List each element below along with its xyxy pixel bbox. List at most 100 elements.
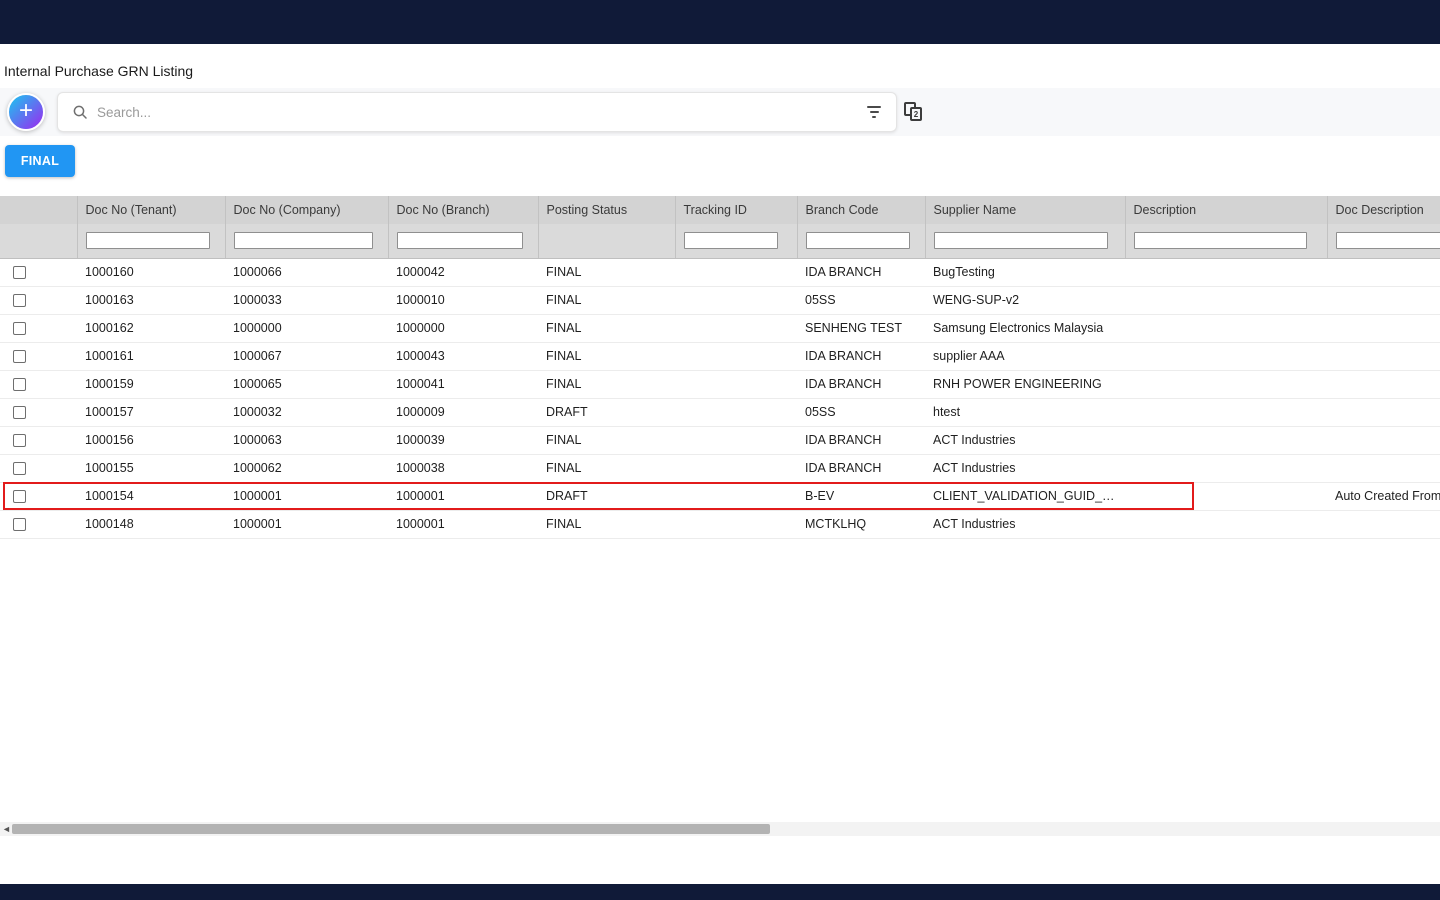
checkbox-cell bbox=[0, 510, 77, 538]
cell-tracking-id bbox=[675, 314, 797, 342]
cell-doc-no-tenant: 1000156 bbox=[77, 426, 225, 454]
grn-table: Doc No (Tenant) Doc No (Company) Doc No … bbox=[0, 196, 1440, 539]
cell-doc-no-company: 1000067 bbox=[225, 342, 388, 370]
table-row[interactable]: 100015910000651000041FINALIDA BRANCHRNH … bbox=[0, 370, 1440, 398]
cell-doc-no-branch: 1000009 bbox=[388, 398, 538, 426]
horizontal-scrollbar[interactable]: ◄ bbox=[0, 822, 1440, 836]
filter-icon[interactable] bbox=[866, 105, 882, 119]
search-box[interactable] bbox=[57, 92, 897, 132]
filter-supplier-name-input[interactable] bbox=[934, 232, 1108, 249]
cell-doc-no-tenant: 1000155 bbox=[77, 454, 225, 482]
table-row[interactable]: 100015610000631000039FINALIDA BRANCHACT … bbox=[0, 426, 1440, 454]
cell-branch-code: IDA BRANCH bbox=[797, 342, 925, 370]
header-branch-code[interactable]: Branch Code bbox=[797, 196, 925, 224]
add-button[interactable]: + bbox=[7, 93, 45, 131]
filter-doc-no-branch-input[interactable] bbox=[397, 232, 523, 249]
cell-doc-no-company: 1000032 bbox=[225, 398, 388, 426]
table-row[interactable]: 100015710000321000009DRAFT05SShtest bbox=[0, 398, 1440, 426]
table-header-row: Doc No (Tenant) Doc No (Company) Doc No … bbox=[0, 196, 1440, 224]
header-doc-no-branch[interactable]: Doc No (Branch) bbox=[388, 196, 538, 224]
filter-description-input[interactable] bbox=[1134, 232, 1307, 249]
filter-tracking-id-input[interactable] bbox=[684, 232, 778, 249]
scrollbar-thumb[interactable] bbox=[12, 824, 770, 834]
cell-doc-description bbox=[1327, 314, 1440, 342]
cell-tracking-id bbox=[675, 370, 797, 398]
filter-doc-no-company-input[interactable] bbox=[234, 232, 373, 249]
cell-doc-no-company: 1000063 bbox=[225, 426, 388, 454]
cell-doc-no-tenant: 1000148 bbox=[77, 510, 225, 538]
grn-table-container: Doc No (Tenant) Doc No (Company) Doc No … bbox=[0, 196, 1440, 822]
row-checkbox[interactable] bbox=[13, 406, 26, 419]
cell-supplier-name: htest bbox=[925, 398, 1125, 426]
scroll-left-arrow[interactable]: ◄ bbox=[2, 824, 11, 834]
cell-posting-status: FINAL bbox=[538, 342, 675, 370]
row-checkbox[interactable] bbox=[13, 266, 26, 279]
row-checkbox[interactable] bbox=[13, 294, 26, 307]
cell-doc-description bbox=[1327, 286, 1440, 314]
cell-doc-no-company: 1000066 bbox=[225, 258, 388, 286]
row-checkbox[interactable] bbox=[13, 490, 26, 503]
cell-doc-no-company: 1000033 bbox=[225, 286, 388, 314]
header-checkbox-column bbox=[0, 196, 77, 224]
page-title: Internal Purchase GRN Listing bbox=[4, 63, 1440, 80]
cell-branch-code: IDA BRANCH bbox=[797, 258, 925, 286]
cell-branch-code: 05SS bbox=[797, 398, 925, 426]
checkbox-cell bbox=[0, 258, 77, 286]
cell-doc-no-branch: 1000001 bbox=[388, 510, 538, 538]
table-row[interactable]: 100014810000011000001FINALMCTKLHQACT Ind… bbox=[0, 510, 1440, 538]
cell-doc-no-branch: 1000042 bbox=[388, 258, 538, 286]
pages-icon-badge: 2 bbox=[910, 107, 922, 121]
header-doc-no-company[interactable]: Doc No (Company) bbox=[225, 196, 388, 224]
filter-branch-code-input[interactable] bbox=[806, 232, 910, 249]
row-checkbox[interactable] bbox=[13, 462, 26, 475]
final-button[interactable]: FINAL bbox=[5, 145, 75, 177]
table-row[interactable]: 100015510000621000038FINALIDA BRANCHACT … bbox=[0, 454, 1440, 482]
cell-doc-no-branch: 1000041 bbox=[388, 370, 538, 398]
cell-doc-description bbox=[1327, 342, 1440, 370]
cell-doc-no-branch: 1000038 bbox=[388, 454, 538, 482]
cell-description bbox=[1125, 286, 1327, 314]
table-row[interactable]: 100016010000661000042FINALIDA BRANCHBugT… bbox=[0, 258, 1440, 286]
filter-doc-no-tenant-input[interactable] bbox=[86, 232, 210, 249]
search-input[interactable] bbox=[95, 104, 866, 121]
cell-description bbox=[1125, 510, 1327, 538]
pages-icon[interactable]: 2 bbox=[904, 102, 924, 122]
row-checkbox[interactable] bbox=[13, 350, 26, 363]
header-tracking-id[interactable]: Tracking ID bbox=[675, 196, 797, 224]
cell-doc-no-tenant: 1000154 bbox=[77, 482, 225, 510]
cell-description bbox=[1125, 258, 1327, 286]
cell-doc-no-company: 1000001 bbox=[225, 510, 388, 538]
header-doc-no-tenant[interactable]: Doc No (Tenant) bbox=[77, 196, 225, 224]
row-checkbox[interactable] bbox=[13, 378, 26, 391]
table-row[interactable]: 100016210000001000000FINALSENHENG TESTSa… bbox=[0, 314, 1440, 342]
header-doc-description[interactable]: Doc Description bbox=[1327, 196, 1440, 224]
row-checkbox[interactable] bbox=[13, 518, 26, 531]
row-checkbox[interactable] bbox=[13, 322, 26, 335]
cell-doc-no-branch: 1000039 bbox=[388, 426, 538, 454]
cell-doc-description bbox=[1327, 398, 1440, 426]
cell-tracking-id bbox=[675, 258, 797, 286]
cell-doc-description bbox=[1327, 510, 1440, 538]
cell-posting-status: FINAL bbox=[538, 454, 675, 482]
checkbox-cell bbox=[0, 398, 77, 426]
search-icon bbox=[72, 104, 88, 120]
header-description[interactable]: Description bbox=[1125, 196, 1327, 224]
row-checkbox[interactable] bbox=[13, 434, 26, 447]
cell-branch-code: IDA BRANCH bbox=[797, 426, 925, 454]
cell-supplier-name: ACT Industries bbox=[925, 454, 1125, 482]
header-supplier-name[interactable]: Supplier Name bbox=[925, 196, 1125, 224]
checkbox-cell bbox=[0, 286, 77, 314]
cell-branch-code: MCTKLHQ bbox=[797, 510, 925, 538]
cell-doc-no-tenant: 1000157 bbox=[77, 398, 225, 426]
cell-supplier-name: RNH POWER ENGINEERING bbox=[925, 370, 1125, 398]
header-posting-status[interactable]: Posting Status bbox=[538, 196, 675, 224]
cell-doc-no-tenant: 1000163 bbox=[77, 286, 225, 314]
table-row[interactable]: 100016310000331000010FINAL05SSWENG-SUP-v… bbox=[0, 286, 1440, 314]
cell-description bbox=[1125, 314, 1327, 342]
filter-doc-description-input[interactable] bbox=[1336, 232, 1440, 249]
cell-doc-no-company: 1000001 bbox=[225, 482, 388, 510]
table-row-highlighted[interactable]: 100015410000011000001DRAFTB-EVCLIENT_VAL… bbox=[0, 482, 1440, 510]
cell-posting-status: FINAL bbox=[538, 286, 675, 314]
cell-posting-status: FINAL bbox=[538, 314, 675, 342]
table-row[interactable]: 100016110000671000043FINALIDA BRANCHsupp… bbox=[0, 342, 1440, 370]
